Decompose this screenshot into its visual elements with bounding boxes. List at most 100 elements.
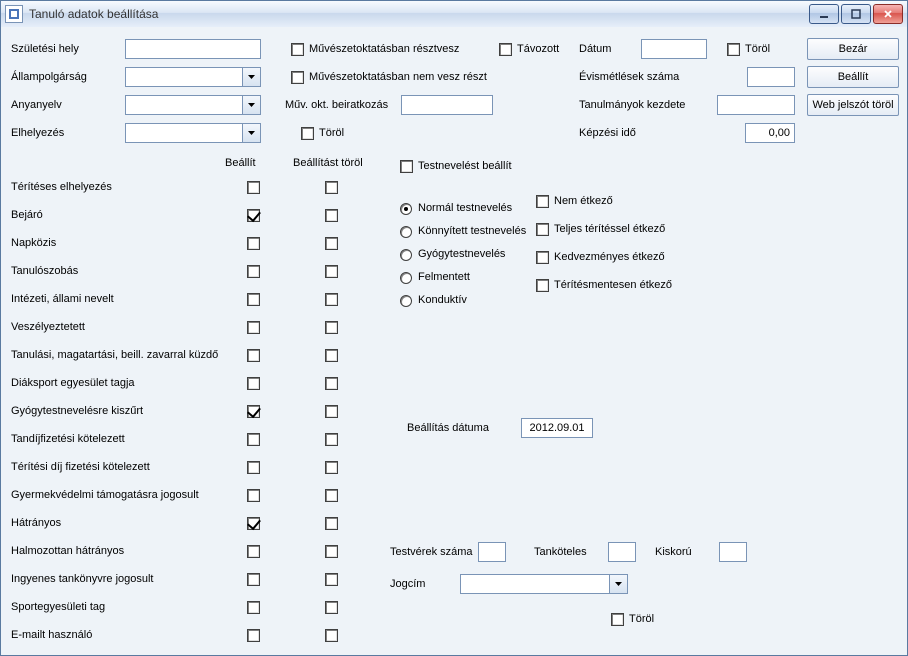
row-cb-set-teriteses[interactable] bbox=[247, 181, 260, 194]
label-allampolgarsag: Állampolgárság bbox=[11, 71, 87, 83]
row-cb-clear-veszelyeztetett[interactable] bbox=[325, 321, 338, 334]
label-jogcim: Jogcím bbox=[390, 578, 425, 590]
maximize-button[interactable] bbox=[841, 4, 871, 24]
label-torol-2: Töröl bbox=[745, 43, 770, 55]
button-bezar[interactable]: Bezár bbox=[807, 38, 899, 60]
label-testverek-szama: Testvérek száma bbox=[390, 546, 473, 558]
label-muv-beiratkozas: Műv. okt. beiratkozás bbox=[285, 99, 388, 111]
checkbox-torol-bottom[interactable] bbox=[611, 613, 624, 626]
label-kiskoru: Kiskorú bbox=[655, 546, 692, 558]
field-tankoteles[interactable] bbox=[608, 542, 636, 562]
checkbox-teritesmentes[interactable] bbox=[536, 279, 549, 292]
row-cb-clear-teritesi-dij[interactable] bbox=[325, 461, 338, 474]
radio-normal-testneveles[interactable] bbox=[400, 203, 412, 215]
checkbox-kedvezmenyes[interactable] bbox=[536, 251, 549, 264]
chevron-down-icon bbox=[609, 575, 627, 593]
combo-jogcim[interactable] bbox=[460, 574, 628, 594]
row-cb-clear-teriteses[interactable] bbox=[325, 181, 338, 194]
row-label-tan-zavar: Tanulási, magatartási, beill. zavarral k… bbox=[11, 349, 218, 361]
combo-anyanyelv[interactable] bbox=[125, 95, 261, 115]
row-cb-set-napkozis[interactable] bbox=[247, 237, 260, 250]
label-torol-bottom: Töröl bbox=[629, 613, 654, 625]
label-datum: Dátum bbox=[579, 43, 611, 55]
row-label-teritesi-dij: Térítési díj fizetési kötelezett bbox=[11, 461, 150, 473]
row-cb-set-diaksport[interactable] bbox=[247, 377, 260, 390]
row-cb-set-tan-zavar[interactable] bbox=[247, 349, 260, 362]
row-cb-clear-intezeti[interactable] bbox=[325, 293, 338, 306]
row-cb-set-veszelyeztetett[interactable] bbox=[247, 321, 260, 334]
row-cb-set-hatranyos[interactable] bbox=[247, 517, 260, 530]
checkbox-torol-2[interactable] bbox=[727, 43, 740, 56]
row-cb-set-ingyenes-tk[interactable] bbox=[247, 573, 260, 586]
label-kepzesi-ido: Képzési idő bbox=[579, 127, 636, 139]
row-cb-clear-halmozottan[interactable] bbox=[325, 545, 338, 558]
combo-elhelyezes[interactable] bbox=[125, 123, 261, 143]
window-buttons bbox=[809, 4, 903, 24]
row-cb-clear-bejaro[interactable] bbox=[325, 209, 338, 222]
checkbox-tavozott[interactable] bbox=[499, 43, 512, 56]
field-muv-beiratkozas[interactable] bbox=[401, 95, 493, 115]
radio-gyogytestneveles[interactable] bbox=[400, 249, 412, 261]
row-label-veszelyeztetett: Veszélyeztetett bbox=[11, 321, 85, 333]
field-kiskoru[interactable] bbox=[719, 542, 747, 562]
titlebar[interactable]: Tanuló adatok beállítása bbox=[1, 1, 907, 28]
field-testverek-szama[interactable] bbox=[478, 542, 506, 562]
chevron-down-icon bbox=[242, 68, 260, 86]
field-kepzesi-ido[interactable]: 0,00 bbox=[745, 123, 795, 143]
field-szuletesi-hely[interactable] bbox=[125, 39, 261, 59]
minimize-button[interactable] bbox=[809, 4, 839, 24]
chevron-down-icon bbox=[242, 96, 260, 114]
row-cb-clear-tanuloszobas[interactable] bbox=[325, 265, 338, 278]
checkbox-nem-etkezo[interactable] bbox=[536, 195, 549, 208]
row-cb-set-gyogytestnev[interactable] bbox=[247, 405, 260, 418]
row-cb-clear-hatranyos[interactable] bbox=[325, 517, 338, 530]
checkbox-torol-1[interactable] bbox=[301, 127, 314, 140]
label-torol-1: Töröl bbox=[319, 127, 344, 139]
row-cb-clear-sportegyesulet[interactable] bbox=[325, 601, 338, 614]
field-datum[interactable] bbox=[641, 39, 707, 59]
row-label-halmozottan: Halmozottan hátrányos bbox=[11, 545, 124, 557]
row-cb-set-email[interactable] bbox=[247, 629, 260, 642]
field-evismetles[interactable] bbox=[747, 67, 795, 87]
row-cb-clear-gyermekvedelmi[interactable] bbox=[325, 489, 338, 502]
row-cb-set-tanuloszobas[interactable] bbox=[247, 265, 260, 278]
label-anyanyelv: Anyanyelv bbox=[11, 99, 62, 111]
checkbox-testnevelest-beallit[interactable] bbox=[400, 160, 413, 173]
row-label-ingyenes-tk: Ingyenes tankönyvre jogosult bbox=[11, 573, 153, 585]
label-normal-testneveles: Normál testnevelés bbox=[418, 202, 512, 214]
label-konduktiv: Konduktív bbox=[418, 294, 467, 306]
row-cb-clear-napkozis[interactable] bbox=[325, 237, 338, 250]
row-cb-set-teritesi-dij[interactable] bbox=[247, 461, 260, 474]
row-label-sportegyesulet: Sportegyesületi tag bbox=[11, 601, 105, 613]
row-cb-set-bejaro[interactable] bbox=[247, 209, 260, 222]
row-cb-set-halmozottan[interactable] bbox=[247, 545, 260, 558]
checkbox-muveszet-nem[interactable] bbox=[291, 71, 304, 84]
row-cb-set-sportegyesulet[interactable] bbox=[247, 601, 260, 614]
client-area: Születési hely Állampolgárság Anyanyelv … bbox=[1, 27, 907, 655]
row-cb-clear-email[interactable] bbox=[325, 629, 338, 642]
row-cb-clear-ingyenes-tk[interactable] bbox=[325, 573, 338, 586]
button-beallit[interactable]: Beállít bbox=[807, 66, 899, 88]
button-web-jelszo-torol[interactable]: Web jelszót töröl bbox=[807, 94, 899, 116]
label-muveszet-nem: Művészetoktatásban nem vesz részt bbox=[309, 71, 487, 83]
field-tanulmanyok-kezdete[interactable] bbox=[717, 95, 795, 115]
combo-allampolgarsag[interactable] bbox=[125, 67, 261, 87]
row-cb-set-gyermekvedelmi[interactable] bbox=[247, 489, 260, 502]
row-cb-clear-diaksport[interactable] bbox=[325, 377, 338, 390]
close-button[interactable] bbox=[873, 4, 903, 24]
radio-felmentett[interactable] bbox=[400, 272, 412, 284]
row-cb-set-tandij[interactable] bbox=[247, 433, 260, 446]
checkbox-teljes-teritessel[interactable] bbox=[536, 223, 549, 236]
field-beallitas-datuma[interactable]: 2012.09.01 bbox=[521, 418, 593, 438]
checkbox-muveszet-resztvesz[interactable] bbox=[291, 43, 304, 56]
label-kedvezmenyes: Kedvezményes étkező bbox=[554, 251, 665, 263]
row-cb-clear-tandij[interactable] bbox=[325, 433, 338, 446]
row-cb-clear-tan-zavar[interactable] bbox=[325, 349, 338, 362]
row-cb-clear-gyogytestnev[interactable] bbox=[325, 405, 338, 418]
row-label-hatranyos: Hátrányos bbox=[11, 517, 61, 529]
radio-konduktiv[interactable] bbox=[400, 295, 412, 307]
radio-konnyitett-testneveles[interactable] bbox=[400, 226, 412, 238]
window-title: Tanuló adatok beállítása bbox=[29, 7, 809, 21]
row-label-napkozis: Napközis bbox=[11, 237, 56, 249]
row-cb-set-intezeti[interactable] bbox=[247, 293, 260, 306]
